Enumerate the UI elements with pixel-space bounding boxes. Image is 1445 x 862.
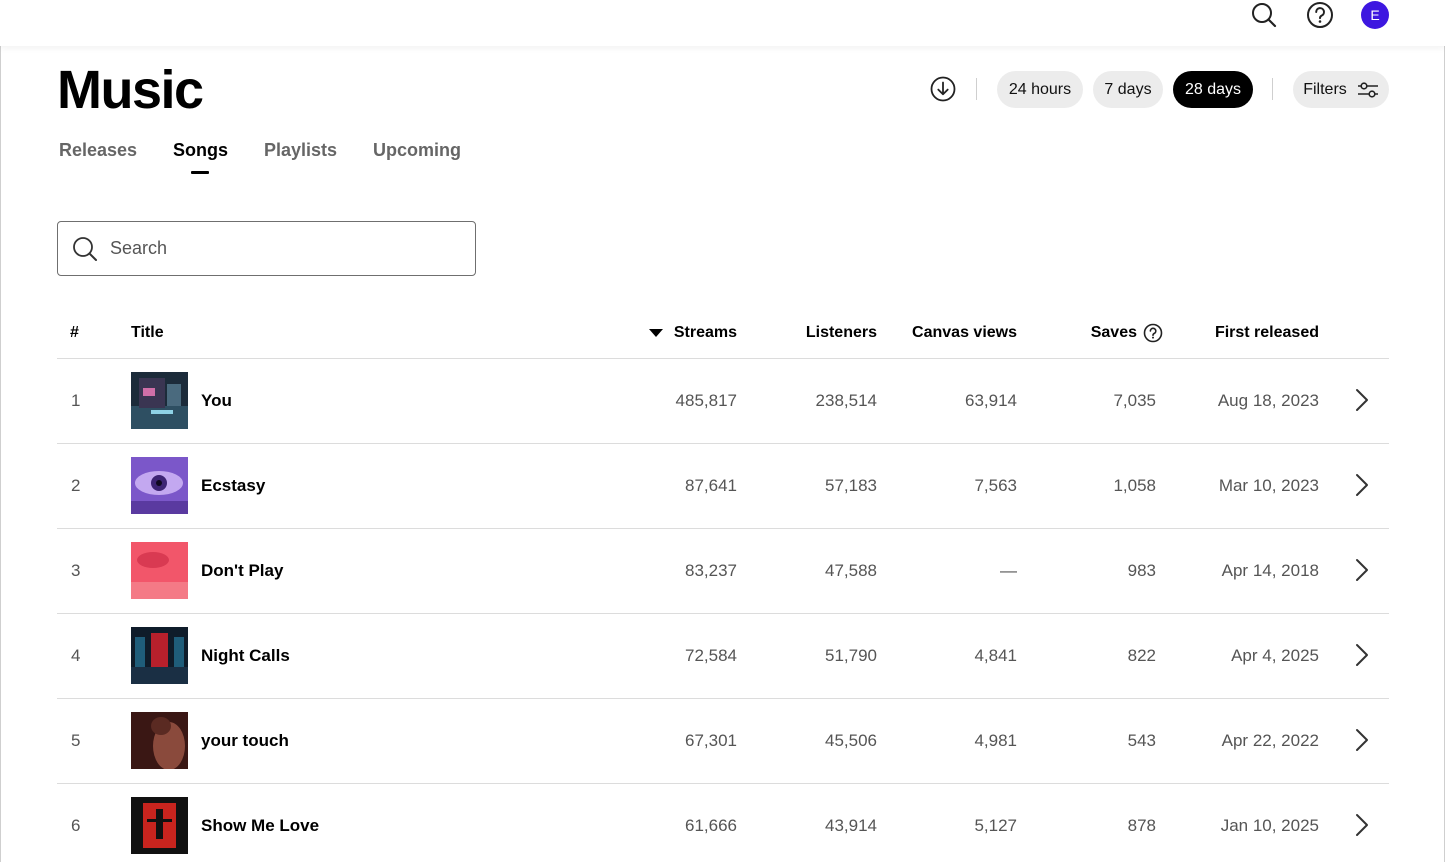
song-title[interactable]: Ecstasy — [201, 476, 265, 496]
first-released-value: Jan 10, 2025 — [1220, 816, 1319, 835]
canvas-views-value: 63,914 — [965, 391, 1017, 410]
range-24-hours-button[interactable]: 24 hours — [997, 71, 1083, 108]
saves-value: 878 — [1127, 816, 1156, 835]
page-title: Music — [57, 60, 204, 120]
chevron-right-icon[interactable] — [1355, 813, 1369, 837]
table-row[interactable]: 1 You 485,817 238,514 63,914 7,035 Aug 1… — [57, 358, 1389, 443]
canvas-views-value: 5,127 — [974, 816, 1017, 835]
song-title[interactable]: You — [201, 391, 232, 411]
col-header-first-released[interactable]: First released — [1180, 323, 1319, 343]
col-header-streams[interactable]: Streams — [640, 323, 737, 343]
first-released-value: Aug 18, 2023 — [1217, 391, 1319, 410]
tab-upcoming[interactable]: Upcoming — [373, 139, 461, 161]
table-row[interactable]: 6 Show Me Love 61,666 43,914 5,127 878 J… — [57, 783, 1389, 862]
table-row[interactable]: 5 your touch 67,301 45,506 4,981 543 Apr… — [57, 698, 1389, 783]
saves-value: 543 — [1127, 731, 1156, 750]
active-tab-indicator — [191, 171, 209, 174]
listeners-value: 43,914 — [825, 816, 877, 835]
listeners-value: 45,506 — [825, 731, 877, 750]
chevron-right-icon[interactable] — [1355, 473, 1369, 497]
tab-playlists[interactable]: Playlists — [264, 139, 337, 161]
song-title[interactable]: Show Me Love — [201, 816, 319, 836]
chevron-right-icon[interactable] — [1355, 643, 1369, 667]
canvas-views-value: 7,563 — [974, 476, 1017, 495]
cover-art — [131, 457, 188, 514]
col-header-listeners[interactable]: Listeners — [780, 323, 877, 343]
row-index: 3 — [71, 561, 81, 580]
saves-value: 822 — [1127, 646, 1156, 665]
range-label: 28 days — [1184, 80, 1242, 98]
saves-value: 7,035 — [1113, 391, 1156, 410]
col-header-title[interactable]: Title — [131, 323, 164, 343]
help-icon[interactable] — [1305, 0, 1335, 30]
row-index: 1 — [71, 391, 81, 410]
range-7-days-button[interactable]: 7 days — [1093, 71, 1163, 108]
canvas-views-value: — — [1000, 561, 1017, 580]
search-icon — [73, 236, 97, 261]
filters-button[interactable]: Filters — [1293, 71, 1389, 108]
table-row[interactable]: 3 Don't Play 83,237 47,588 — 983 Apr 14,… — [57, 528, 1389, 613]
row-index: 4 — [71, 646, 81, 665]
first-released-value: Mar 10, 2023 — [1218, 476, 1319, 495]
first-released-value: Apr 4, 2025 — [1231, 646, 1319, 665]
filters-label: Filters — [1303, 80, 1347, 98]
row-index: 2 — [71, 476, 81, 495]
canvas-views-value: 4,981 — [974, 731, 1017, 750]
cover-art — [131, 627, 188, 684]
first-released-value: Apr 22, 2022 — [1221, 731, 1319, 750]
range-label: 24 hours — [1008, 80, 1072, 98]
first-released-value: Apr 14, 2018 — [1221, 561, 1319, 580]
streams-value: 61,666 — [685, 816, 737, 835]
download-icon — [930, 76, 956, 102]
col-header-index: # — [70, 324, 79, 341]
avatar-letter: E — [1370, 7, 1380, 23]
range-28-days-button[interactable]: 28 days — [1173, 71, 1253, 108]
listeners-value: 238,514 — [815, 391, 877, 410]
range-label: 7 days — [1104, 80, 1152, 98]
tab-songs[interactable]: Songs — [173, 139, 228, 161]
divider — [976, 78, 977, 100]
song-title[interactable]: Don't Play — [201, 561, 283, 581]
listeners-value: 57,183 — [825, 476, 877, 495]
streams-value: 83,237 — [685, 561, 737, 580]
chevron-right-icon[interactable] — [1355, 388, 1369, 412]
streams-value: 67,301 — [685, 731, 737, 750]
search-input[interactable] — [110, 238, 450, 259]
col-header-canvas-views[interactable]: Canvas views — [890, 323, 1017, 343]
row-index: 5 — [71, 731, 81, 750]
search-icon[interactable] — [1249, 0, 1279, 30]
chevron-right-icon[interactable] — [1355, 558, 1369, 582]
song-title[interactable]: Night Calls — [201, 646, 290, 666]
search-field[interactable] — [57, 221, 476, 276]
cover-art — [131, 372, 188, 429]
divider — [1272, 78, 1273, 100]
saves-value: 1,058 — [1113, 476, 1156, 495]
song-title[interactable]: your touch — [201, 731, 289, 751]
row-index: 6 — [71, 816, 81, 835]
cover-art — [131, 542, 188, 599]
canvas-views-value: 4,841 — [974, 646, 1017, 665]
help-icon[interactable] — [1143, 323, 1163, 343]
top-bar: E — [0, 0, 1445, 46]
streams-value: 72,584 — [685, 646, 737, 665]
col-header-saves[interactable]: Saves — [1040, 323, 1137, 343]
sliders-icon — [1357, 81, 1378, 98]
table-row[interactable]: 2 Ecstasy 87,641 57,183 7,563 1,058 Mar … — [57, 443, 1389, 528]
saves-value: 983 — [1127, 561, 1156, 580]
streams-value: 485,817 — [675, 391, 737, 410]
download-button[interactable] — [929, 75, 957, 103]
cover-art — [131, 712, 188, 769]
listeners-value: 51,790 — [825, 646, 877, 665]
avatar[interactable]: E — [1361, 1, 1389, 29]
listeners-value: 47,588 — [825, 561, 877, 580]
table-row[interactable]: 4 Night Calls 72,584 51,790 4,841 822 Ap… — [57, 613, 1389, 698]
chevron-right-icon[interactable] — [1355, 728, 1369, 752]
tab-releases[interactable]: Releases — [59, 139, 137, 161]
cover-art — [131, 797, 188, 854]
streams-value: 87,641 — [685, 476, 737, 495]
